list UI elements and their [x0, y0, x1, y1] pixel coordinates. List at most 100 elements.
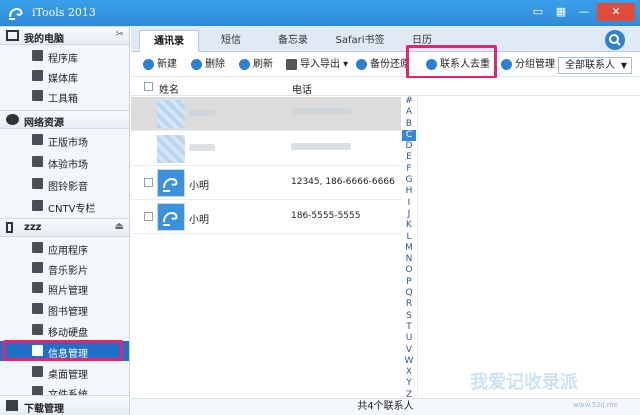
- row-checkbox[interactable]: [144, 212, 153, 221]
- backup-icon: [356, 58, 367, 70]
- alphabet-letter[interactable]: #: [402, 96, 416, 107]
- tools-icon[interactable]: ✂: [116, 29, 124, 40]
- feedback-icon[interactable]: ▭: [528, 3, 548, 21]
- chevron-down-icon: ▼: [620, 61, 627, 70]
- sidebar-item-apps[interactable]: 应用程序: [0, 238, 129, 258]
- download-icon: [6, 400, 18, 411]
- sidebar-item-books[interactable]: 图书管理: [0, 299, 129, 319]
- tab-bar: 通讯录 短信 备忘录 Safari书签 日历: [131, 26, 640, 52]
- alphabet-letter[interactable]: Y: [402, 378, 416, 389]
- tab-contacts[interactable]: 通讯录: [139, 30, 199, 52]
- download-manager[interactable]: 下载管理: [0, 395, 129, 415]
- alphabet-letter[interactable]: H: [402, 186, 416, 197]
- globe-icon: [6, 114, 19, 125]
- alphabet-letter[interactable]: U: [402, 333, 416, 344]
- section-my-computer[interactable]: 我的电脑 ✂: [0, 26, 129, 45]
- alphabet-letter[interactable]: C: [402, 129, 416, 142]
- film-icon: [32, 262, 43, 273]
- select-all-checkbox[interactable]: [144, 82, 153, 91]
- skin-icon[interactable]: ▦: [551, 3, 571, 21]
- status-bar: 共4个联系人: [131, 398, 640, 415]
- new-button[interactable]: 新建: [143, 57, 177, 73]
- alphabet-letter[interactable]: E: [402, 152, 416, 163]
- sidebar-item-cntv[interactable]: CNTV专栏: [0, 196, 129, 216]
- alphabet-letter[interactable]: M: [402, 243, 416, 254]
- media-icon: [32, 70, 43, 81]
- desktop-icon: [32, 366, 43, 377]
- minimize-button[interactable]: —: [574, 3, 594, 21]
- app-logo-icon: [9, 8, 23, 20]
- table-row[interactable]: 小明 12345, 186-6666-6666: [131, 166, 401, 200]
- alphabet-letter[interactable]: B: [402, 119, 416, 130]
- watermark-url: www.52ij.me: [573, 401, 618, 409]
- row-checkbox[interactable]: [144, 178, 153, 187]
- sidebar-item-photos[interactable]: 照片管理: [0, 278, 129, 298]
- alphabet-letter[interactable]: L: [402, 232, 416, 243]
- contact-name: [189, 108, 215, 119]
- contact-phone: 186-5555-5555: [291, 211, 361, 221]
- sidebar: 我的电脑 ✂ 程序库 媒体库 工具箱 网络资源 正版市场 体验市场 图铃影音 C…: [0, 26, 130, 415]
- plus-icon: [143, 58, 154, 70]
- alphabet-letter[interactable]: F: [402, 164, 416, 175]
- sidebar-item-toolbox[interactable]: 工具箱: [0, 86, 129, 106]
- alphabet-letter[interactable]: S: [402, 311, 416, 322]
- sidebar-item-music-video[interactable]: 音乐影片: [0, 258, 129, 278]
- eject-icon[interactable]: ⏏: [115, 221, 124, 232]
- col-name[interactable]: 姓名: [159, 81, 179, 96]
- alphabet-letter[interactable]: T: [402, 322, 416, 333]
- search-icon[interactable]: [605, 30, 625, 50]
- alphabet-letter[interactable]: I: [402, 198, 416, 209]
- alphabet-letter[interactable]: R: [402, 299, 416, 310]
- tab-safari[interactable]: Safari书签: [325, 30, 395, 52]
- alphabet-letter[interactable]: Q: [402, 288, 416, 299]
- col-phone[interactable]: 电话: [292, 81, 312, 96]
- sidebar-item-app-store[interactable]: 正版市场: [0, 130, 129, 150]
- sidebar-item-ringtones[interactable]: 图铃影音: [0, 174, 129, 194]
- close-button[interactable]: ✕: [597, 3, 635, 21]
- phone-icon: [6, 222, 13, 233]
- alphabet-letter[interactable]: O: [402, 265, 416, 276]
- alphabet-letter[interactable]: N: [402, 254, 416, 265]
- table-row[interactable]: [131, 132, 401, 166]
- contact-filter-select[interactable]: 全部联系人 ▼: [558, 57, 632, 74]
- computer-icon: [6, 30, 19, 41]
- table-row[interactable]: [131, 97, 401, 131]
- sidebar-item-udisk[interactable]: 移动硬盘: [0, 320, 129, 340]
- table-header: 姓名 电话: [131, 78, 640, 96]
- alphabet-letter[interactable]: W: [402, 356, 416, 367]
- delete-button[interactable]: 删除: [191, 57, 225, 73]
- alphabet-letter[interactable]: A: [402, 107, 416, 118]
- grid-icon: [32, 50, 43, 61]
- highlight-box-dedupe: [406, 45, 497, 79]
- apps-icon: [32, 242, 43, 253]
- import-export-button[interactable]: 导入导出 ▾: [286, 57, 348, 73]
- section-device[interactable]: zzz ⏏: [0, 218, 129, 237]
- alphabet-letter[interactable]: G: [402, 175, 416, 186]
- alphabet-letter[interactable]: X: [402, 367, 416, 378]
- backup-button[interactable]: 备份还原: [356, 57, 410, 73]
- wrench-icon: [32, 90, 43, 101]
- sidebar-item-media-library[interactable]: 媒体库: [0, 66, 129, 86]
- avatar: [157, 135, 185, 163]
- title-bar: iTools 2013 ▭ ▦ — ✕: [0, 0, 640, 26]
- contact-name: [189, 143, 215, 154]
- tab-notes[interactable]: 备忘录: [263, 30, 323, 52]
- tv-icon: [32, 200, 43, 211]
- alphabet-letter[interactable]: J: [402, 209, 416, 220]
- tab-sms[interactable]: 短信: [201, 30, 261, 52]
- sidebar-item-app-library[interactable]: 程序库: [0, 46, 129, 66]
- sidebar-item-desktop[interactable]: 桌面管理: [0, 362, 129, 382]
- alphabet-letter[interactable]: K: [402, 220, 416, 231]
- refresh-button[interactable]: 刷新: [239, 57, 273, 73]
- contact-detail-pane: [417, 96, 640, 398]
- section-network[interactable]: 网络资源: [0, 110, 129, 129]
- contact-name: 小明: [189, 215, 209, 226]
- avatar: [157, 169, 185, 197]
- alphabet-letter[interactable]: P: [402, 277, 416, 288]
- contact-phone: [291, 108, 351, 118]
- sidebar-item-trial-store[interactable]: 体验市场: [0, 152, 129, 172]
- group-button[interactable]: 分组管理: [501, 57, 555, 73]
- table-row[interactable]: 小明 186-5555-5555: [131, 200, 401, 234]
- alphabet-letter[interactable]: D: [402, 141, 416, 152]
- alphabet-letter[interactable]: V: [402, 345, 416, 356]
